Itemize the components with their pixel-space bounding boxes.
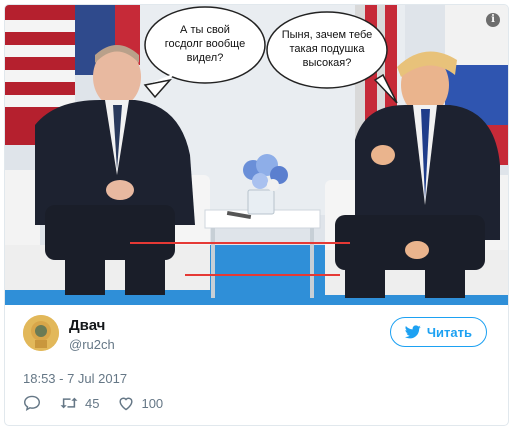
bubble-left-line-2: госдолг вообще: [165, 38, 245, 50]
reply-button[interactable]: [23, 395, 41, 411]
heart-icon: [119, 397, 134, 411]
retweet-button[interactable]: 45: [59, 396, 99, 411]
retweet-count: 45: [85, 395, 100, 411]
avatar-image: [23, 315, 59, 351]
tweet-timestamp[interactable]: 18:53 - 7 Jul 2017: [23, 371, 127, 386]
avatar[interactable]: [23, 315, 59, 351]
tweet-author: Двач @ru2ch Читать: [23, 315, 493, 355]
tweet-actions: 45 100: [23, 395, 163, 411]
author-display-name[interactable]: Двач: [69, 317, 115, 334]
author-handle[interactable]: @ru2ch: [69, 337, 115, 352]
like-count: 100: [141, 395, 164, 411]
bubble-left-line-1: А ты свой: [180, 24, 230, 36]
author-names: Двач @ru2ch: [69, 317, 115, 352]
like-button[interactable]: 100: [117, 395, 163, 411]
tweet-card: А ты свой госдолг вообще видел? Пыня, за…: [4, 4, 509, 426]
bubble-right-line-3: высокая?: [303, 57, 352, 69]
info-icon[interactable]: i: [486, 13, 500, 27]
reply-icon: [23, 395, 41, 411]
twitter-bird-icon: [404, 325, 421, 339]
tweet-photo[interactable]: А ты свой госдолг вообще видел? Пыня, за…: [5, 5, 508, 305]
follow-button[interactable]: Читать: [389, 317, 487, 347]
retweet-icon: [60, 397, 78, 409]
bubble-right-line-2: такая подушка: [290, 43, 366, 55]
bubble-right-line-1: Пыня, зачем тебе: [282, 29, 373, 41]
bubble-left-line-3: видел?: [187, 52, 224, 64]
follow-label: Читать: [426, 324, 472, 340]
